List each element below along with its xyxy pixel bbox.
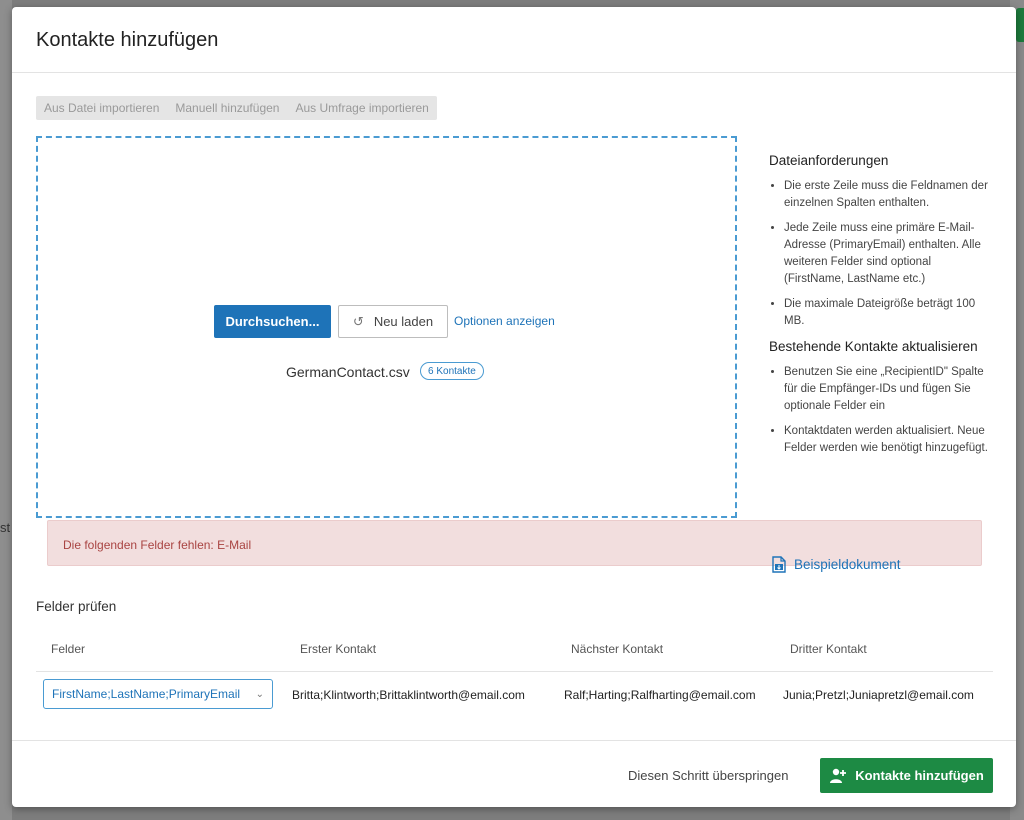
reload-icon: ↺ xyxy=(352,313,364,329)
third-contact-cell: Junia;Pretzl;Juniapretzl@email.com xyxy=(783,688,974,702)
dialog-footer: Diesen Schritt überspringen Kontakte hin… xyxy=(12,740,1016,807)
field-mapping-select[interactable]: FirstName;LastName;PrimaryEmail ⌄ xyxy=(43,679,273,709)
file-dropzone[interactable]: Durchsuchen... ↺ Neu laden Optionen anze… xyxy=(36,136,737,518)
requirement-item: Jede Zeile muss eine primäre E-Mail-Adre… xyxy=(784,220,989,288)
dialog-header: Kontakte hinzufügen xyxy=(12,7,1016,73)
reload-label: Neu laden xyxy=(373,314,434,329)
add-contacts-button[interactable]: Kontakte hinzufügen xyxy=(820,758,993,793)
requirements-list: Die erste Zeile muss die Feldnamen der e… xyxy=(769,178,989,330)
skip-step-link[interactable]: Diesen Schritt überspringen xyxy=(628,768,788,783)
first-contact-cell: Britta;Klintworth;Brittaklintworth@email… xyxy=(292,688,525,702)
sample-document-link[interactable]: Beispieldokument xyxy=(772,556,901,573)
requirement-item: Die erste Zeile muss die Feldnamen der e… xyxy=(784,178,989,212)
reload-button[interactable]: ↺ Neu laden xyxy=(338,305,448,338)
column-header-fields: Felder xyxy=(51,642,86,656)
backdrop-left xyxy=(0,0,12,820)
column-header-next-contact: Nächster Kontakt xyxy=(571,642,664,656)
browse-button[interactable]: Durchsuchen... xyxy=(214,305,331,338)
field-mapping-table: Felder Erster Kontakt Nächster Kontakt D… xyxy=(36,639,993,718)
sample-document-label: Beispieldokument xyxy=(794,557,901,572)
requirement-item: Die maximale Dateigröße beträgt 100 MB. xyxy=(784,296,989,330)
tab-import-survey[interactable]: Aus Umfrage importieren xyxy=(291,101,432,115)
chevron-down-icon: ⌄ xyxy=(255,688,264,700)
document-download-icon xyxy=(772,556,786,573)
add-user-icon xyxy=(830,768,847,783)
file-requirements-panel: Dateianforderungen Die erste Zeile muss … xyxy=(769,152,989,465)
contacts-count-badge: 6 Kontakte xyxy=(420,362,484,380)
error-text: Die folgenden Felder fehlen: E-Mail xyxy=(63,538,252,552)
check-fields-title: Felder prüfen xyxy=(36,599,117,614)
uploaded-filename: GermanContact.csv xyxy=(286,364,410,380)
update-contacts-title: Bestehende Kontakte aktualisieren xyxy=(769,339,978,354)
table-row: FirstName;LastName;PrimaryEmail ⌄ Britta… xyxy=(36,672,993,718)
next-contact-cell: Ralf;Harting;Ralfharting@email.com xyxy=(564,688,756,702)
tab-manual-add[interactable]: Manuell hinzufügen xyxy=(171,101,283,115)
update-item: Kontaktdaten werden aktualisiert. Neue F… xyxy=(784,423,989,457)
backdrop-green-button xyxy=(1016,8,1024,42)
import-tabs: Aus Datei importieren Manuell hinzufügen… xyxy=(36,96,437,120)
add-contacts-label: Kontakte hinzufügen xyxy=(855,768,984,783)
tab-import-file[interactable]: Aus Datei importieren xyxy=(40,101,163,115)
backdrop-text: st xyxy=(0,520,11,535)
requirements-title: Dateianforderungen xyxy=(769,153,889,168)
show-options-link[interactable]: Optionen anzeigen xyxy=(454,314,555,328)
column-header-first-contact: Erster Kontakt xyxy=(300,642,377,656)
column-header-third-contact: Dritter Kontakt xyxy=(790,642,867,656)
table-header: Felder Erster Kontakt Nächster Kontakt D… xyxy=(36,639,993,672)
field-mapping-value: FirstName;LastName;PrimaryEmail xyxy=(52,687,241,701)
update-contacts-list: Benutzen Sie eine „RecipientID" Spalte f… xyxy=(769,364,989,457)
dialog-title: Kontakte hinzufügen xyxy=(36,29,219,51)
update-item: Benutzen Sie eine „RecipientID" Spalte f… xyxy=(784,364,989,415)
add-contacts-dialog: Kontakte hinzufügen Aus Datei importiere… xyxy=(12,7,1016,807)
